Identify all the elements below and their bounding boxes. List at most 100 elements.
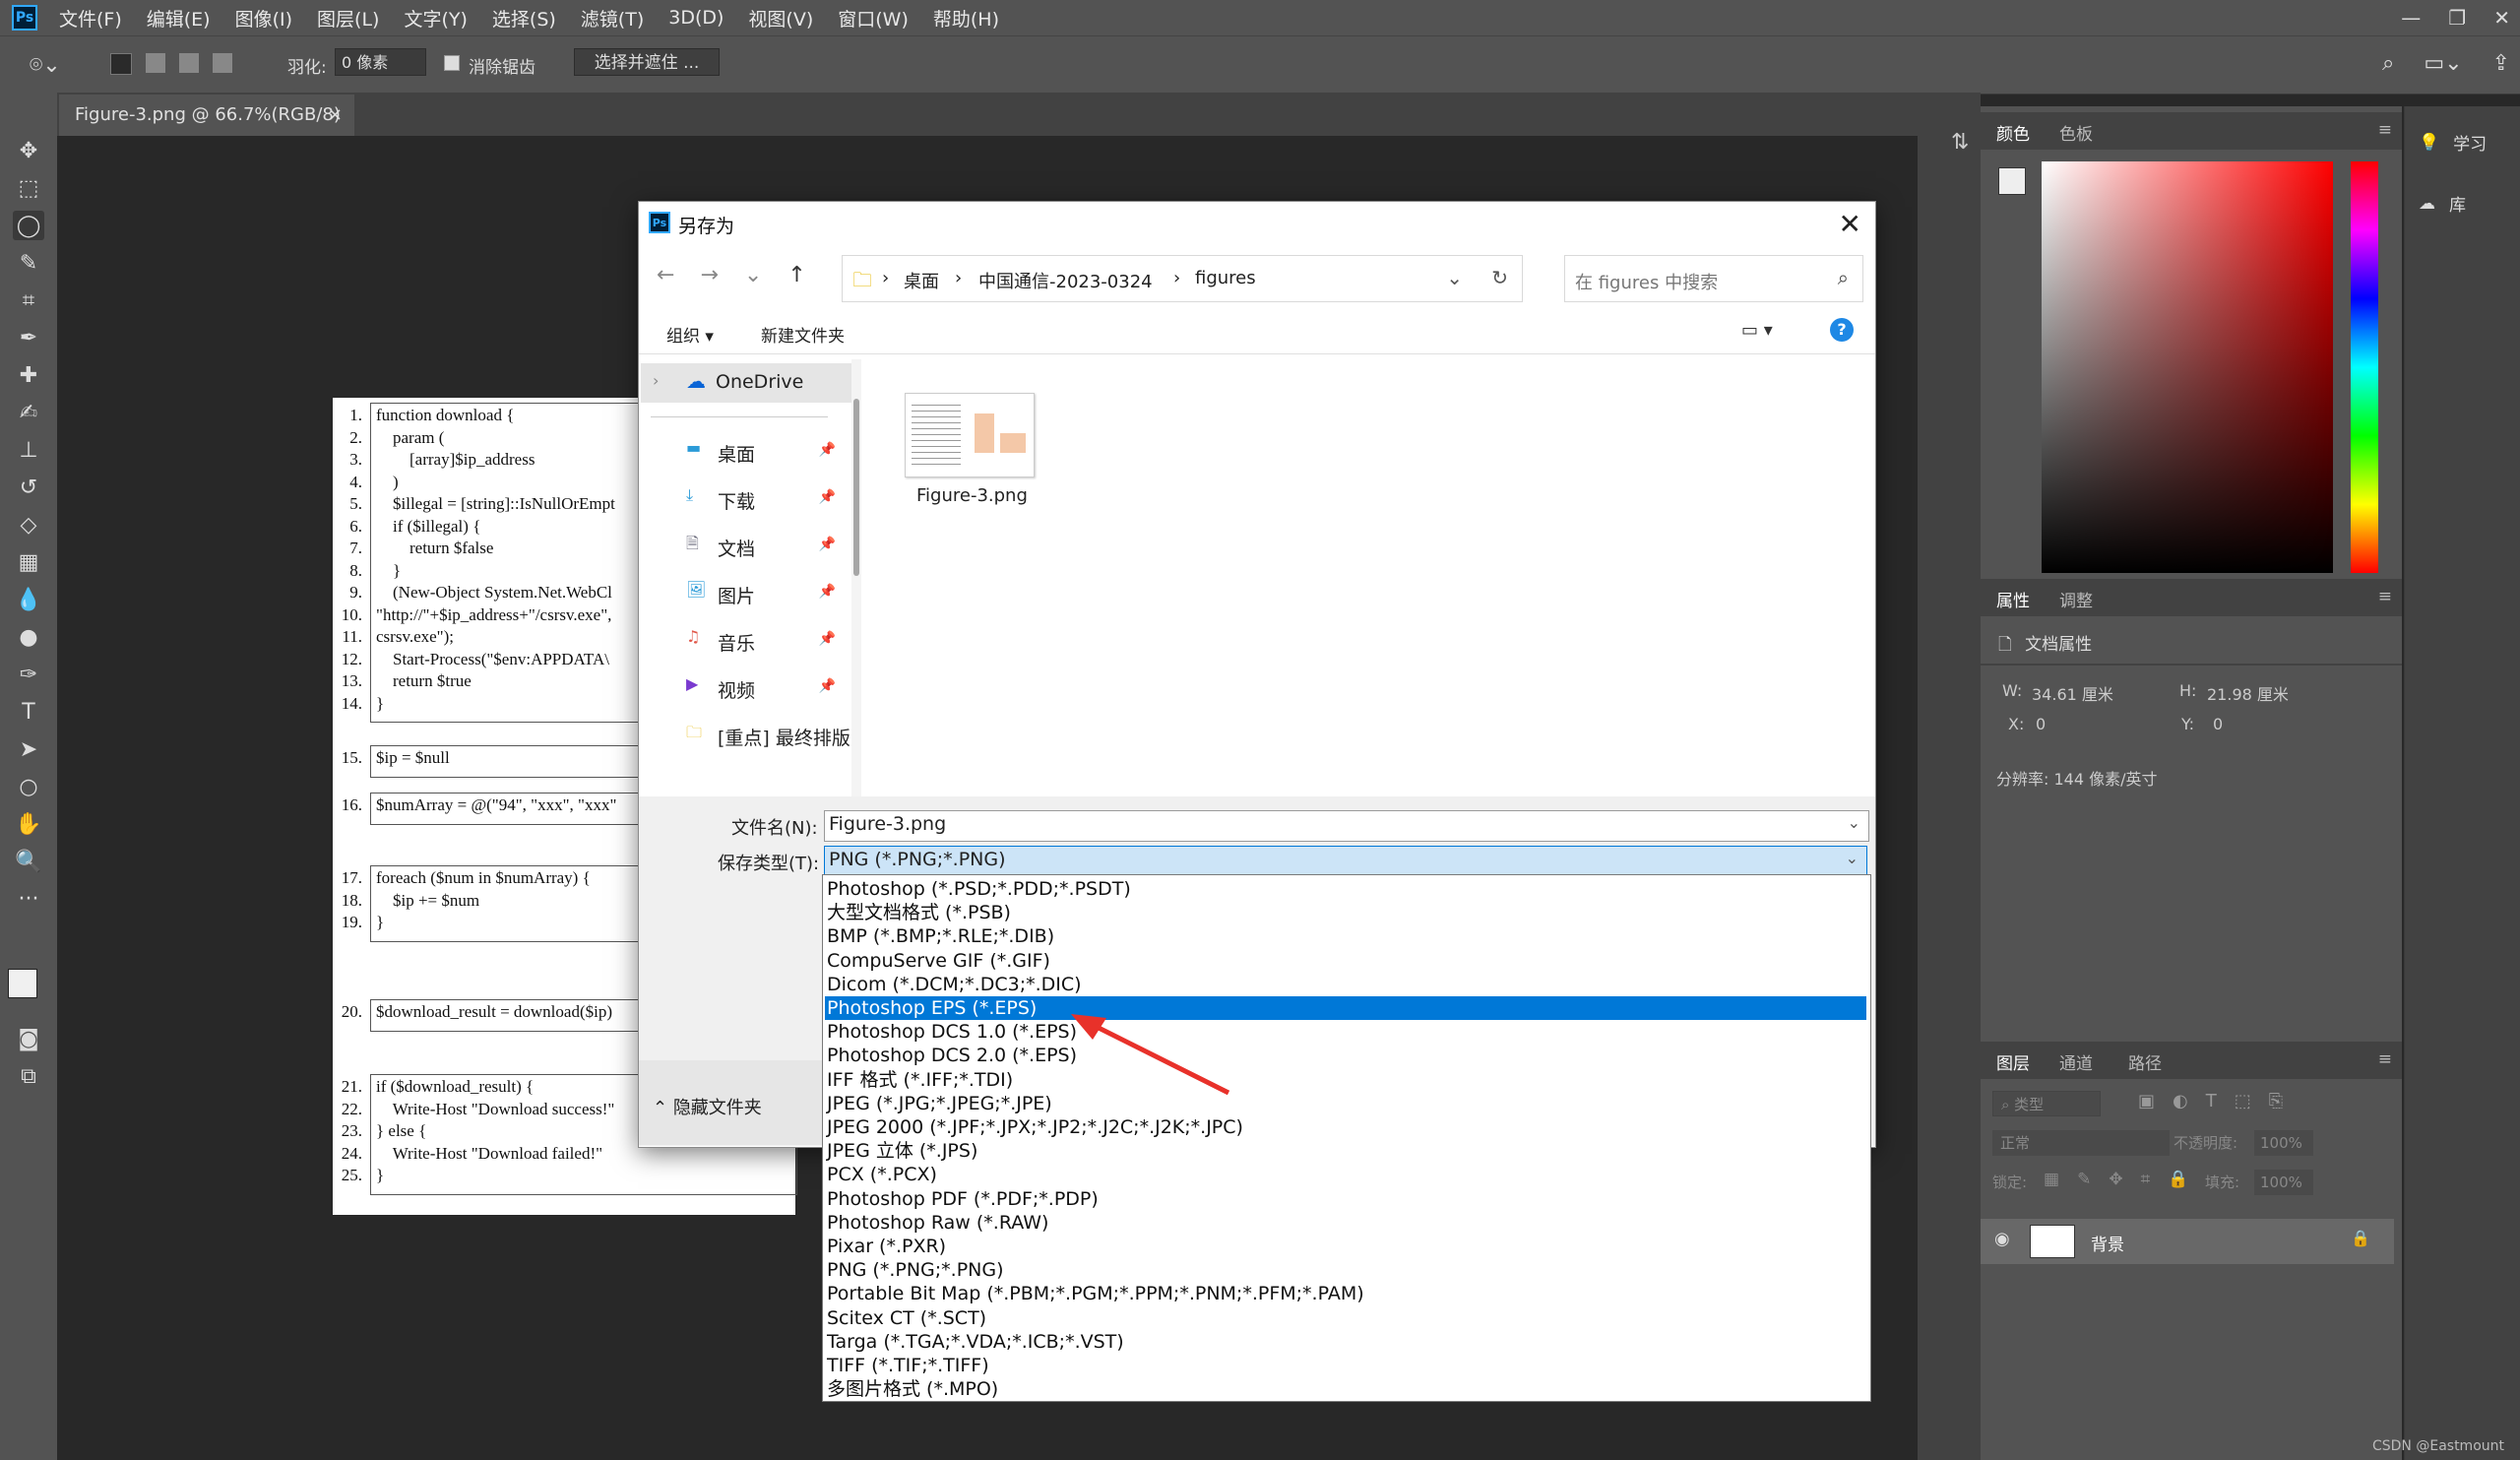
menu-layer[interactable]: 图层(L)	[317, 5, 379, 32]
type-tool-icon[interactable]: T	[13, 697, 44, 727]
menu-type[interactable]: 文字(Y)	[404, 5, 467, 32]
filetype-option[interactable]: Dicom (*.DCM;*.DC3;*.DIC)	[825, 973, 1866, 996]
filetype-option[interactable]: Portable Bit Map (*.PBM;*.PGM;*.PPM;*.PN…	[825, 1282, 1866, 1305]
search-icon[interactable]: ⌕	[1838, 266, 1849, 289]
nav-item-final-layout[interactable]: 🗀 [重点] 最终排版	[686, 722, 853, 757]
filetype-option[interactable]: Photoshop PDF (*.PDF;*.PDP)	[825, 1187, 1866, 1211]
path-select-tool-icon[interactable]: ➤	[13, 734, 44, 764]
nav-scrollbar[interactable]	[851, 359, 861, 796]
organize-button[interactable]: 组织 ▾	[666, 322, 714, 347]
minimize-icon[interactable]: —	[2401, 6, 2421, 30]
menu-select[interactable]: 选择(S)	[492, 5, 556, 32]
menu-3d[interactable]: 3D(D)	[668, 7, 724, 29]
filetype-option[interactable]: BMP (*.BMP;*.RLE;*.DIB)	[825, 924, 1866, 948]
filename-input[interactable]: Figure-3.png ⌄	[824, 810, 1869, 842]
pen-tool-icon[interactable]: ✑	[13, 660, 44, 689]
library-button[interactable]: ☁ 库	[2419, 191, 2466, 217]
filetype-option[interactable]: Scitex CT (*.SCT)	[825, 1306, 1866, 1330]
pin-icon[interactable]: 📌	[819, 442, 836, 458]
intersect-selection-icon[interactable]	[213, 53, 232, 73]
more-tools-icon[interactable]: ···	[13, 884, 44, 914]
address-history-icon[interactable]: ⌄	[1446, 266, 1463, 289]
panel-menu-icon[interactable]: ≡	[2378, 120, 2392, 140]
filetype-option[interactable]: JPEG 立体 (*.JPS)	[825, 1139, 1866, 1163]
opacity-input[interactable]: 100%	[2254, 1130, 2313, 1156]
pin-icon[interactable]: 📌	[819, 678, 836, 694]
breadcrumb-desktop[interactable]: 桌面	[904, 268, 939, 293]
tab-swatches[interactable]: 色板	[2059, 120, 2093, 145]
filetype-option[interactable]: Photoshop (*.PSD;*.PDD;*.PSDT)	[825, 877, 1866, 901]
eraser-tool-icon[interactable]: ◇	[13, 510, 44, 540]
tab-layers[interactable]: 图层	[1996, 1049, 2030, 1074]
search-icon[interactable]: ⌕	[2382, 51, 2394, 76]
stamp-tool-icon[interactable]: ⊥	[13, 435, 44, 465]
eyedropper-tool-icon[interactable]: ✒	[13, 323, 44, 352]
breadcrumb-figures[interactable]: figures	[1195, 268, 1256, 288]
document-tab-close-icon[interactable]: ×	[328, 95, 343, 136]
marquee-tool-icon[interactable]: ⬚	[13, 173, 44, 203]
filetype-option[interactable]: Pixar (*.PXR)	[825, 1235, 1866, 1258]
history-icon[interactable]: ⇅	[1951, 130, 1969, 155]
up-arrow-icon[interactable]: ↑	[788, 263, 805, 287]
restore-icon[interactable]: ❐	[2448, 6, 2466, 30]
lasso-tool-preset-icon[interactable]: ⌾⌄	[30, 53, 61, 78]
pin-icon[interactable]: 📌	[819, 584, 836, 600]
address-bar[interactable]: 🗀 › 桌面 › 中国通信-2023-0324 › figures ⌄ ↻	[842, 255, 1523, 302]
width-value[interactable]: 34.61 厘米	[2032, 681, 2113, 705]
new-selection-icon[interactable]	[110, 53, 132, 75]
height-value[interactable]: 21.98 厘米	[2207, 681, 2289, 705]
screen-mode-icon[interactable]: ⧉	[13, 1061, 44, 1091]
nav-item-downloads[interactable]: ⤓ 下载 📌	[686, 485, 853, 521]
search-box[interactable]: 在 figures 中搜索 ⌕	[1564, 255, 1863, 302]
expand-chevron-icon[interactable]: ›	[653, 371, 659, 390]
brush-tool-icon[interactable]: ✍	[13, 398, 44, 427]
history-brush-tool-icon[interactable]: ↺	[13, 473, 44, 502]
pin-icon[interactable]: 📌	[819, 537, 836, 552]
subtract-selection-icon[interactable]	[179, 53, 199, 73]
workspace-icon[interactable]: ▭⌄	[2424, 51, 2462, 76]
lock-transparent-icon[interactable]: ▦	[2044, 1170, 2059, 1189]
menu-edit[interactable]: 编辑(E)	[147, 5, 211, 32]
nav-item-pictures[interactable]: 🖼 图片 📌	[686, 580, 853, 615]
blur-tool-icon[interactable]: 💧	[13, 585, 44, 614]
gradient-tool-icon[interactable]: ▦	[13, 547, 44, 577]
move-tool-icon[interactable]: ✥	[13, 136, 44, 165]
forward-arrow-icon[interactable]: →	[700, 263, 718, 287]
filetype-option[interactable]: Photoshop DCS 1.0 (*.EPS)	[825, 1020, 1866, 1044]
crop-tool-icon[interactable]: ⌗	[13, 286, 44, 315]
file-item-figure3[interactable]: Figure-3.png	[905, 383, 1035, 506]
add-selection-icon[interactable]	[146, 53, 165, 73]
color-field[interactable]	[2042, 161, 2333, 573]
panel-menu-icon[interactable]: ≡	[2378, 1049, 2392, 1069]
antialias-checkbox[interactable]	[444, 55, 460, 71]
filetype-option[interactable]: IFF 格式 (*.IFF;*.TDI)	[825, 1068, 1866, 1092]
y-value[interactable]: 0	[2213, 715, 2223, 733]
tab-properties[interactable]: 属性	[1996, 587, 2030, 611]
nav-item-documents[interactable]: 🗎 文档 📌	[686, 533, 853, 568]
healing-tool-icon[interactable]: ✚	[13, 360, 44, 390]
view-options-icon[interactable]: ▭ ▾	[1741, 320, 1773, 341]
lock-pixels-icon[interactable]: ✎	[2077, 1170, 2091, 1189]
file-list-area[interactable]: Figure-3.png	[867, 359, 1871, 796]
tab-paths[interactable]: 路径	[2128, 1049, 2162, 1074]
filetype-option[interactable]: CompuServe GIF (*.GIF)	[825, 949, 1866, 973]
tab-adjustments[interactable]: 调整	[2059, 587, 2093, 611]
lock-artboard-icon[interactable]: ⌗	[2141, 1170, 2151, 1189]
nav-item-music[interactable]: ♫ 音乐 📌	[686, 627, 853, 663]
quick-select-tool-icon[interactable]: ✎	[13, 248, 44, 278]
menu-image[interactable]: 图像(I)	[235, 5, 292, 32]
share-icon[interactable]: ⇪	[2492, 51, 2510, 76]
menu-view[interactable]: 视图(V)	[748, 5, 813, 32]
menu-help[interactable]: 帮助(H)	[933, 5, 999, 32]
layer-row-background[interactable]: ◉ 背景 🔒	[1981, 1219, 2394, 1264]
lock-all-icon[interactable]: 🔒	[2168, 1170, 2188, 1189]
back-arrow-icon[interactable]: ←	[657, 263, 674, 287]
dialog-close-icon[interactable]: ✕	[1839, 208, 1861, 240]
filetype-select[interactable]: PNG (*.PNG;*.PNG) ⌄	[824, 846, 1867, 875]
filetype-option[interactable]: JPEG (*.JPG;*.JPEG;*.JPE)	[825, 1092, 1866, 1115]
nav-item-videos[interactable]: ▶ 视频 📌	[686, 674, 853, 710]
pin-icon[interactable]: 📌	[819, 631, 836, 647]
close-window-icon[interactable]: ✕	[2493, 6, 2510, 30]
image-filter-icon[interactable]: ▣	[2138, 1091, 2155, 1111]
document-tab[interactable]: Figure-3.png @ 66.7%(RGB/8) ×	[59, 95, 354, 136]
